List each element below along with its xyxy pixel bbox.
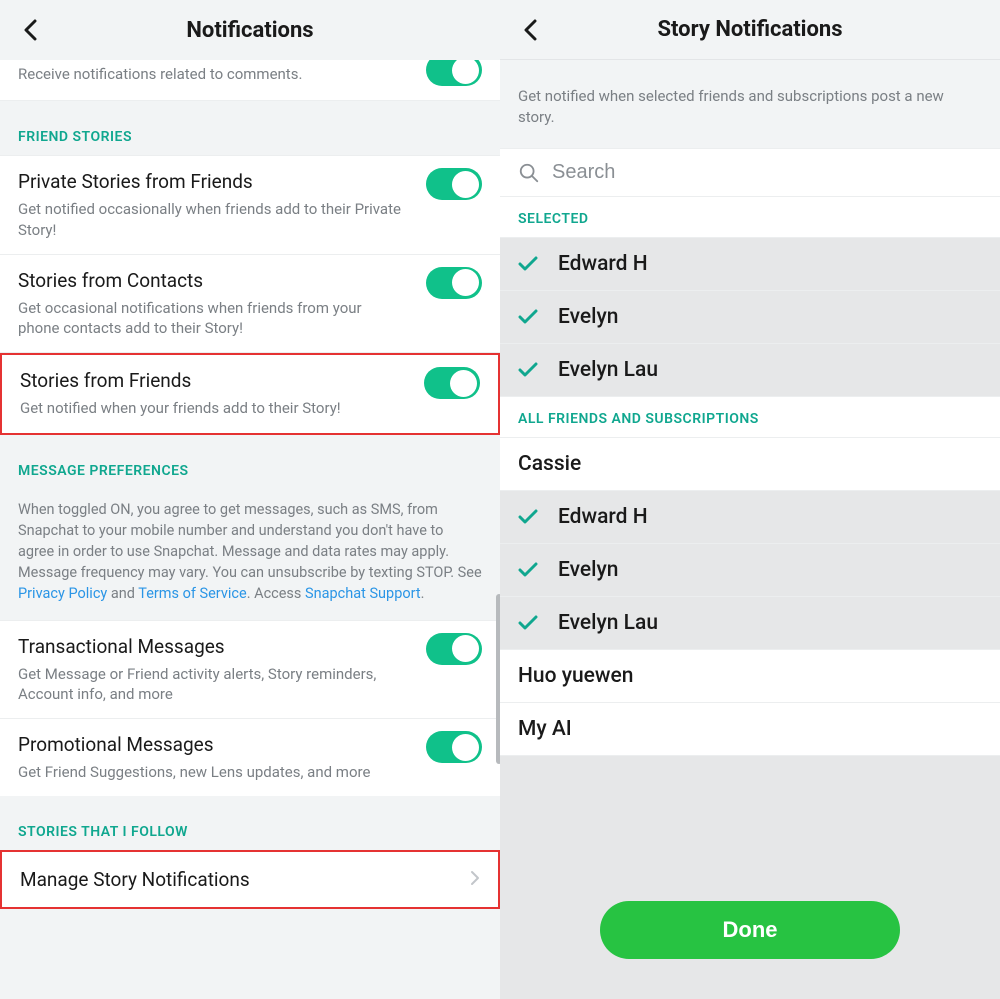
friend-name: Huo yuewen <box>518 664 633 688</box>
all-friend-row[interactable]: Edward H <box>500 491 1000 544</box>
selected-friend-row[interactable]: Evelyn <box>500 291 1000 344</box>
transactional-title: Transactional Messages <box>18 635 482 658</box>
promotional-toggle[interactable] <box>426 731 482 763</box>
chevron-right-icon <box>470 870 480 890</box>
private-stories-title: Private Stories from Friends <box>18 170 482 193</box>
friend-name: Evelyn <box>558 305 618 329</box>
done-button[interactable]: Done <box>600 901 900 959</box>
right-sub: Get notified when selected friends and s… <box>500 60 1000 148</box>
selected-friend-row[interactable]: Evelyn Lau <box>500 344 1000 397</box>
all-friend-row[interactable]: Cassie <box>500 438 1000 491</box>
transactional-row[interactable]: Transactional Messages Get Message or Fr… <box>0 620 500 720</box>
chevron-left-icon <box>523 19 537 41</box>
friend-name: Edward H <box>558 252 648 276</box>
check-icon-wrap <box>518 254 538 274</box>
contacts-stories-toggle[interactable] <box>426 267 482 299</box>
right-title: Story Notifications <box>657 17 842 42</box>
back-button[interactable] <box>18 18 42 42</box>
promotional-sub: Get Friend Suggestions, new Lens updates… <box>18 762 482 782</box>
all-list: Cassie Edward H Evelyn Evelyn Lau Huo yuewen… <box>500 438 1000 756</box>
check-icon-wrap <box>518 613 538 633</box>
friend-name: Evelyn <box>558 558 618 582</box>
all-friend-row[interactable]: My AI <box>500 703 1000 756</box>
transactional-toggle[interactable] <box>426 633 482 665</box>
friend-name: Edward H <box>558 505 648 529</box>
friend-name: Evelyn Lau <box>558 611 658 635</box>
friend-name: Evelyn Lau <box>558 358 658 382</box>
promotional-row[interactable]: Promotional Messages Get Friend Suggesti… <box>0 719 500 796</box>
private-stories-toggle[interactable] <box>426 168 482 200</box>
check-icon-wrap <box>518 307 538 327</box>
stories-follow-header: STORIES THAT I FOLLOW <box>0 796 500 850</box>
check-icon <box>518 362 538 378</box>
selected-list: Edward H Evelyn Evelyn Lau <box>500 238 1000 397</box>
back-button-right[interactable] <box>518 18 542 42</box>
left-header: Notifications <box>0 0 500 60</box>
manage-story-row[interactable]: Manage Story Notifications <box>0 850 500 909</box>
private-stories-sub: Get notified occasionally when friends a… <box>18 199 482 240</box>
contacts-stories-title: Stories from Contacts <box>18 269 482 292</box>
friends-stories-title: Stories from Friends <box>20 369 480 392</box>
transactional-sub: Get Message or Friend activity alerts, S… <box>18 664 482 705</box>
comments-row[interactable]: Receive notifications related to comment… <box>0 60 500 101</box>
comments-toggle[interactable] <box>426 60 482 86</box>
selected-friend-row[interactable]: Edward H <box>500 238 1000 291</box>
promotional-title: Promotional Messages <box>18 733 482 756</box>
check-icon-wrap <box>518 360 538 380</box>
friends-stories-row[interactable]: Stories from Friends Get notified when y… <box>0 353 500 434</box>
notifications-panel: Notifications Receive notifications rela… <box>0 0 500 999</box>
check-icon-wrap <box>518 560 538 580</box>
search-input[interactable] <box>552 161 982 184</box>
friends-stories-sub: Get notified when your friends add to th… <box>20 398 480 418</box>
all-friend-row[interactable]: Evelyn <box>500 544 1000 597</box>
manage-story-label: Manage Story Notifications <box>20 868 250 891</box>
message-prefs-info: When toggled ON, you agree to get messag… <box>0 489 500 620</box>
friend-name: Cassie <box>518 452 581 476</box>
all-header: ALL FRIENDS AND SUBSCRIPTIONS <box>500 397 1000 438</box>
privacy-policy-link[interactable]: Privacy Policy <box>18 585 107 602</box>
done-bar: Done <box>500 883 1000 999</box>
check-icon <box>518 509 538 525</box>
search-icon <box>518 162 540 184</box>
friend-name: My AI <box>518 717 572 741</box>
left-content[interactable]: Receive notifications related to comment… <box>0 60 500 999</box>
story-notifications-panel: Story Notifications Get notified when se… <box>500 0 1000 999</box>
all-friend-row[interactable]: Evelyn Lau <box>500 597 1000 650</box>
support-link[interactable]: Snapchat Support <box>305 585 421 602</box>
selected-header: SELECTED <box>500 197 1000 238</box>
right-header: Story Notifications <box>500 0 1000 60</box>
contacts-stories-row[interactable]: Stories from Contacts Get occasional not… <box>0 255 500 354</box>
left-title: Notifications <box>186 18 313 43</box>
comments-sub: Receive notifications related to comment… <box>18 64 482 84</box>
check-icon <box>518 615 538 631</box>
search-row[interactable] <box>500 148 1000 197</box>
contacts-stories-sub: Get occasional notifications when friend… <box>18 298 482 339</box>
check-icon <box>518 562 538 578</box>
friend-stories-header: FRIEND STORIES <box>0 101 500 155</box>
friends-stories-toggle[interactable] <box>424 367 480 399</box>
chevron-left-icon <box>23 19 37 41</box>
right-content[interactable]: Get notified when selected friends and s… <box>500 60 1000 999</box>
private-stories-row[interactable]: Private Stories from Friends Get notifie… <box>0 155 500 255</box>
all-friend-row[interactable]: Huo yuewen <box>500 650 1000 703</box>
msg-prefs-text: When toggled ON, you agree to get messag… <box>18 501 482 581</box>
check-icon <box>518 309 538 325</box>
check-icon-wrap <box>518 507 538 527</box>
tos-link[interactable]: Terms of Service <box>138 585 246 602</box>
message-prefs-header: MESSAGE PREFERENCES <box>0 435 500 489</box>
check-icon <box>518 256 538 272</box>
